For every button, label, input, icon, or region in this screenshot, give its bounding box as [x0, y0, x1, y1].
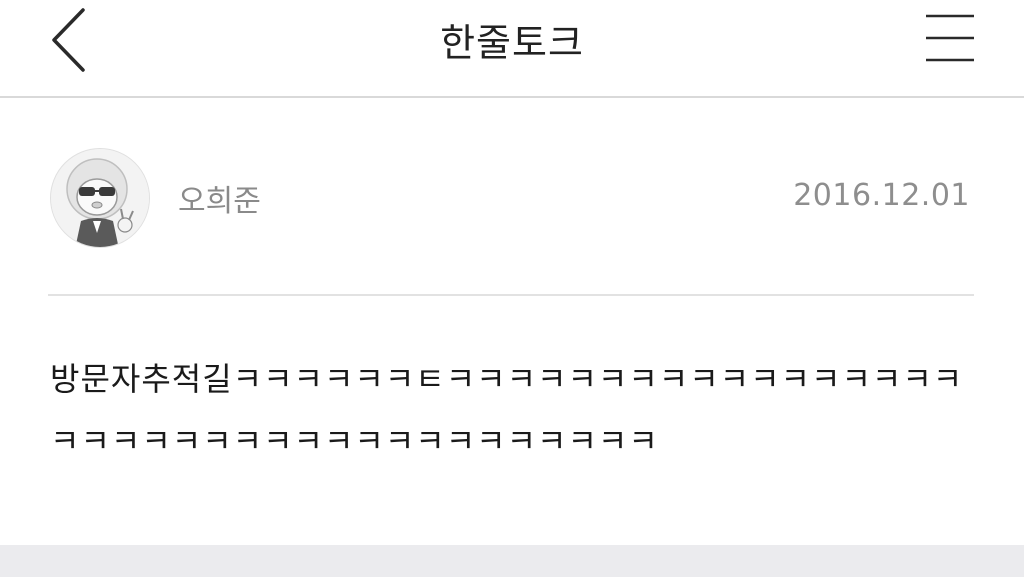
hamburger-menu-icon — [926, 14, 974, 62]
app-screen: 한줄토크 오희준 2016.12.01 방문자추적길ㅋㅋㅋㅋㅋㅋㅌㅋㅋㅋㅋㅋㅋㅋ… — [0, 0, 1024, 577]
top-nav-bar: 한줄토크 — [0, 0, 1024, 98]
post-date: 2016.12.01 — [793, 178, 970, 213]
bottom-separator — [0, 545, 1024, 577]
profile-avatar-icon — [51, 149, 149, 247]
avatar[interactable] — [50, 148, 150, 248]
author-name[interactable]: 오희준 — [178, 176, 261, 220]
menu-button[interactable] — [918, 10, 982, 68]
post-meta: 오희준 2016.12.01 — [48, 100, 974, 296]
page-title: 한줄토크 — [440, 21, 584, 65]
post-content: 방문자추적길ㅋㅋㅋㅋㅋㅋㅌㅋㅋㅋㅋㅋㅋㅋㅋㅋㅋㅋㅋㅋㅋㅋㅋㅋㅋㅋㅋㅋㅋㅋㅋㅋㅋㅋ… — [50, 360, 964, 460]
